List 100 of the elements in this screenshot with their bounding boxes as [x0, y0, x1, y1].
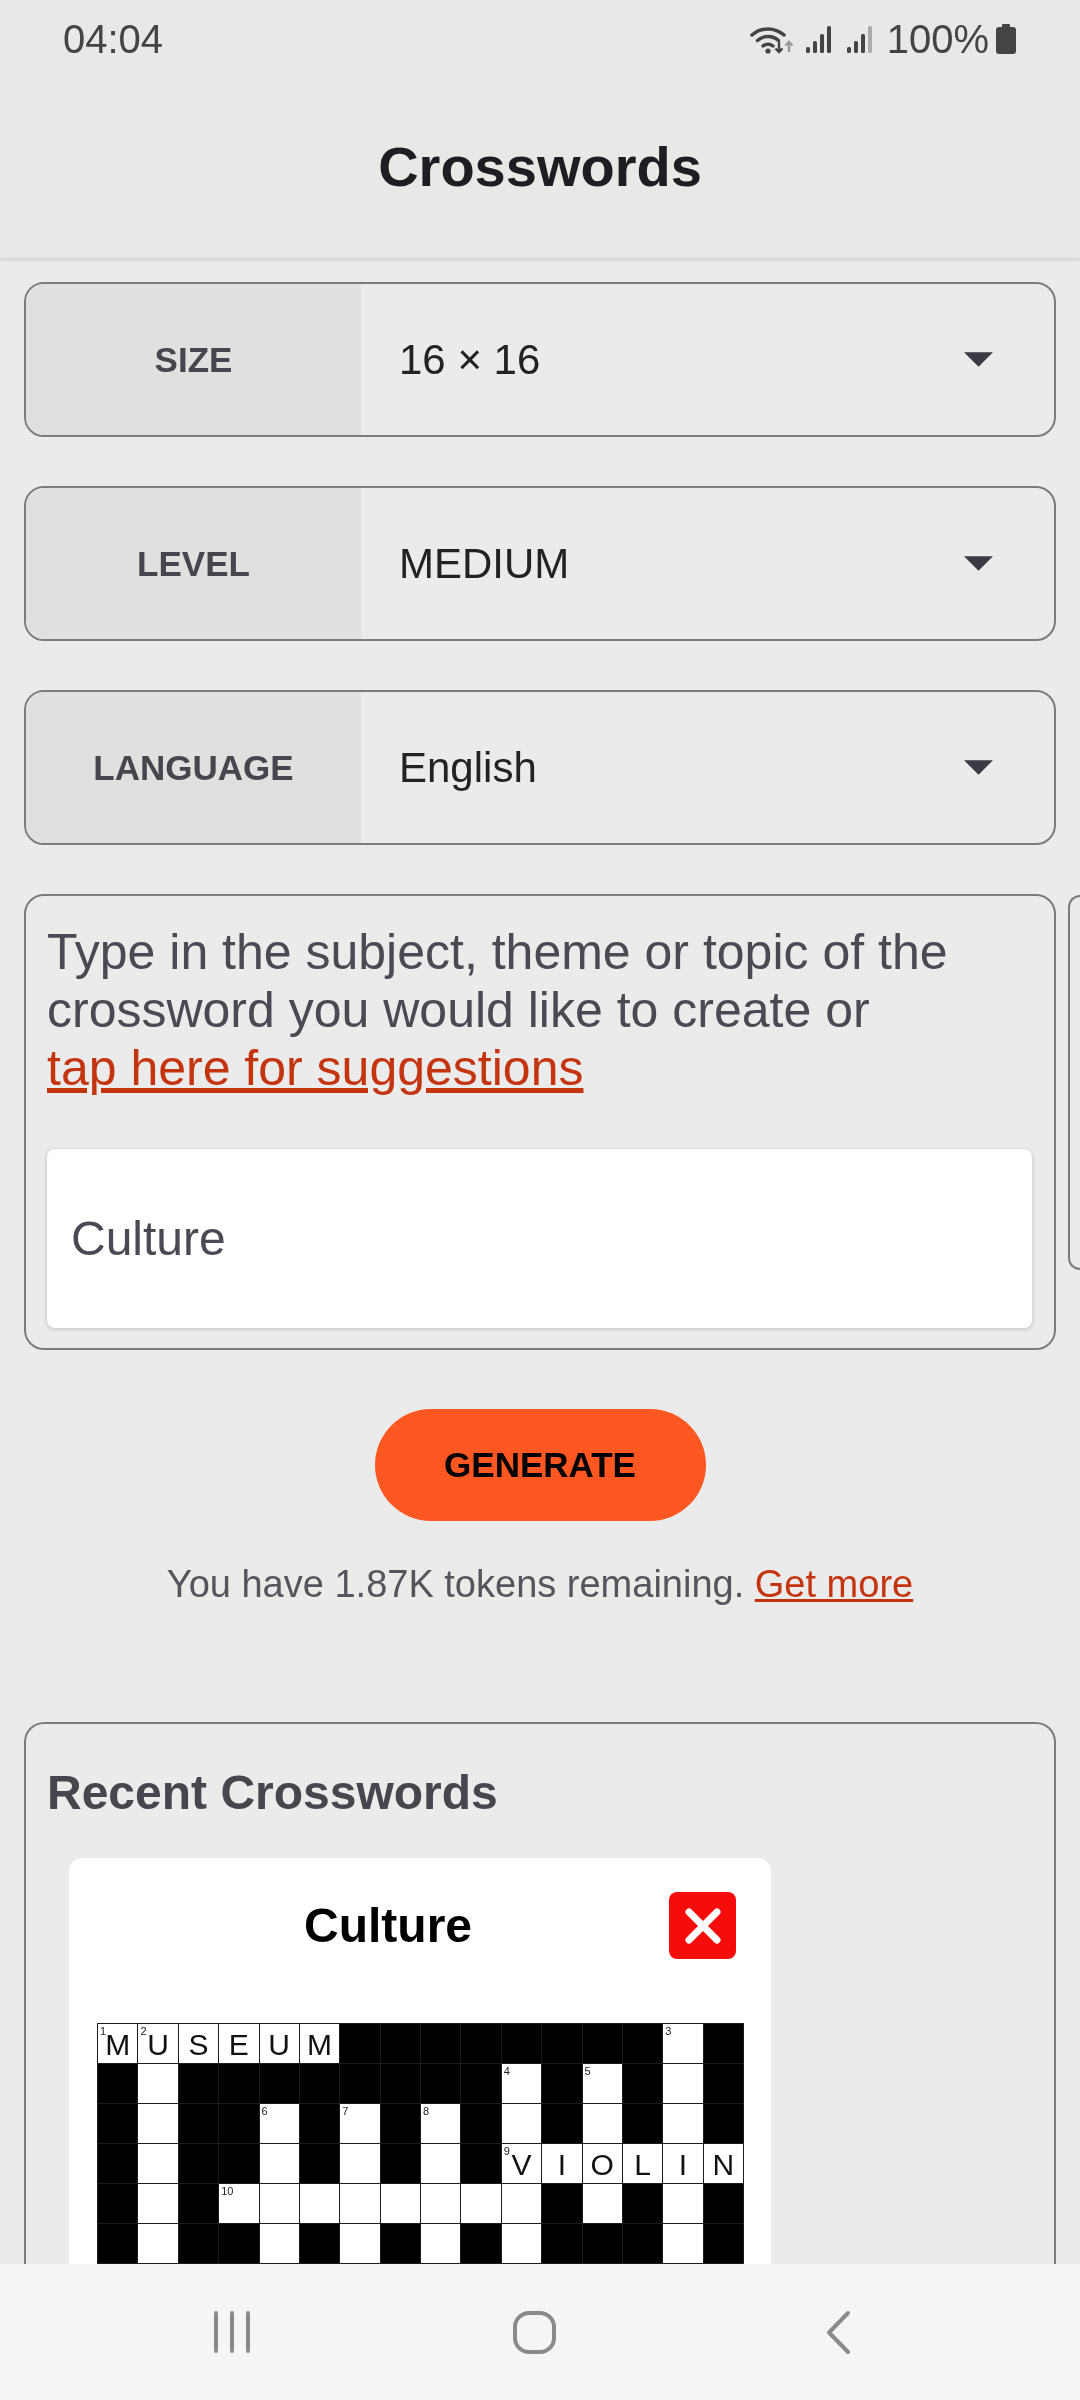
blocked-cell [98, 2064, 138, 2103]
blocked-cell [178, 2144, 219, 2183]
grid-cell [138, 2184, 178, 2223]
blocked-cell [622, 2104, 663, 2143]
grid-cell [663, 2104, 703, 2143]
blocked-cell [461, 2024, 501, 2063]
cell-letter: U [268, 2027, 290, 2062]
blocked-cell [703, 2024, 743, 2063]
wifi-icon [749, 24, 795, 54]
clue-number: 2 [140, 2025, 147, 2037]
battery-percent: 100% [886, 16, 989, 62]
blocked-cell [178, 2184, 219, 2223]
blocked-cell [703, 2224, 743, 2263]
blocked-cell [542, 2224, 582, 2263]
grid-cell [663, 2184, 703, 2223]
blocked-cell [219, 2104, 259, 2143]
blocked-cell [98, 2184, 138, 2223]
blocked-cell [542, 2024, 582, 2063]
cell-letter: I [557, 2147, 566, 2182]
blocked-cell [421, 2024, 461, 2063]
cell-letter: S [188, 2027, 209, 2062]
field-label: LEVEL [26, 488, 361, 639]
grid-cell [461, 2184, 501, 2223]
blocked-cell [299, 2064, 340, 2103]
grid-cell [259, 2144, 299, 2183]
blocked-cell [421, 2064, 461, 2103]
blocked-cell [461, 2104, 501, 2143]
blocked-cell [219, 2064, 259, 2103]
cell-letter: U [147, 2027, 169, 2062]
cell-letter: M [307, 2027, 333, 2062]
grid-cell [138, 2144, 178, 2183]
blocked-cell [380, 2224, 420, 2263]
grid-cell [663, 2064, 703, 2103]
grid-cell [421, 2144, 461, 2183]
blocked-cell [380, 2104, 420, 2143]
blocked-cell [380, 2024, 420, 2063]
blocked-cell [542, 2184, 582, 2223]
blocked-cell [98, 2224, 138, 2263]
blocked-cell [98, 2104, 138, 2143]
close-icon [682, 1905, 723, 1946]
battery-icon [995, 24, 1017, 54]
app-title: Crosswords [378, 134, 702, 200]
grid-cell [582, 2104, 622, 2143]
field-label: SIZE [26, 284, 361, 435]
blocked-cell [622, 2064, 663, 2103]
selected-value: MEDIUM [398, 539, 571, 588]
clue-number: 1 [100, 2025, 107, 2037]
blocked-cell [299, 2104, 340, 2143]
grid-cell [138, 2064, 178, 2103]
grid-cell [340, 2184, 380, 2223]
recent-apps-icon[interactable] [213, 2311, 251, 2353]
topic-input[interactable]: Culture [47, 1149, 1032, 1328]
caret-icon [964, 352, 993, 367]
select-field[interactable]: LEVEL MEDIUM [24, 486, 1056, 641]
grid-cell [501, 2184, 542, 2223]
grid-cell [259, 2184, 299, 2223]
blocked-cell [178, 2064, 219, 2103]
blocked-cell [98, 2144, 138, 2183]
blocked-cell [461, 2224, 501, 2263]
blocked-cell [380, 2064, 420, 2103]
back-icon[interactable] [825, 2309, 851, 2355]
status-time: 04:04 [63, 16, 164, 62]
field-label: LANGUAGE [26, 692, 361, 843]
clue-number: 3 [665, 2025, 672, 2037]
close-button[interactable] [669, 1892, 736, 1959]
clue-number: 8 [423, 2105, 430, 2117]
cell-letter: L [634, 2147, 651, 2182]
tokens-text: You have 1.87K tokens remaining. Get more [165, 1562, 915, 1607]
blocked-cell [219, 2224, 259, 2263]
signal-icon [804, 24, 832, 54]
blocked-cell [703, 2064, 743, 2103]
cell-letter: O [590, 2147, 614, 2182]
clue-number: 5 [584, 2065, 591, 2077]
blocked-cell [501, 2024, 542, 2063]
crossword-title: Culture [303, 1898, 473, 1953]
cell-letter: E [228, 2027, 249, 2062]
blocked-cell [340, 2064, 380, 2103]
cell-letter: I [678, 2147, 688, 2182]
blocked-cell [703, 2104, 743, 2143]
clue-number: 7 [342, 2105, 349, 2117]
cell-letter: V [511, 2147, 532, 2182]
clue-number: 4 [503, 2065, 510, 2077]
caret-icon [964, 556, 993, 571]
home-icon[interactable] [512, 2310, 556, 2354]
suggestions-link[interactable]: tap here for suggestions [47, 1040, 584, 1096]
select-field[interactable]: LANGUAGE English [24, 690, 1056, 845]
clue-number: 10 [221, 2185, 234, 2197]
select-field[interactable]: SIZE 16 × 16 [24, 282, 1056, 437]
blocked-cell [622, 2024, 663, 2063]
cell-letter: M [105, 2027, 131, 2062]
generate-button[interactable]: GENERATE [374, 1409, 706, 1521]
topic-instructions: Type in the subject, theme or topic of the crossword you would like to create or tap here for suggestions [47, 923, 949, 1097]
get-more-link[interactable]: Get more [754, 1563, 914, 1605]
blocked-cell [178, 2104, 219, 2143]
blocked-cell [219, 2144, 259, 2183]
recent-title: Recent Crosswords [47, 1765, 499, 1821]
signal-icon [845, 24, 873, 54]
blocked-cell [461, 2064, 501, 2103]
blocked-cell [299, 2224, 340, 2263]
cell-letter: N [712, 2147, 735, 2182]
